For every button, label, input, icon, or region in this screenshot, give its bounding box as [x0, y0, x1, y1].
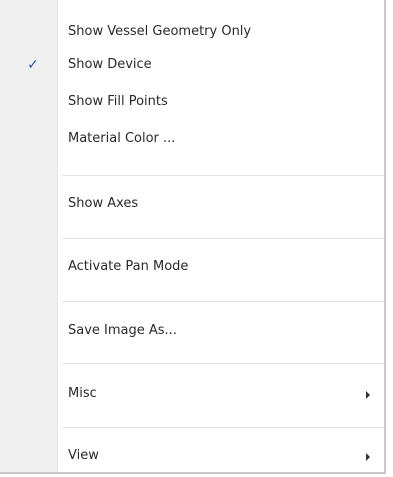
menu-item-activate-pan-mode[interactable]: Activate Pan Mode: [0, 254, 384, 280]
menu-item-label: Show Fill Points: [68, 94, 168, 109]
check-icon: ✓: [27, 57, 39, 73]
menu-item-label: Save Image As...: [68, 323, 177, 338]
menu-item-label: Activate Pan Mode: [68, 259, 189, 274]
menu-item-label: Show Vessel Geometry Only: [68, 24, 252, 39]
menu-item-label: Show Axes: [68, 196, 139, 211]
menu-item-label: Material Color ...: [68, 131, 176, 146]
menu-item-label: Show Device: [68, 57, 152, 72]
menu-separator: [62, 427, 384, 428]
menu-item-show-fill-points[interactable]: Show Fill Points: [0, 89, 384, 115]
menu-item-show-device[interactable]: ✓ Show Device: [0, 52, 384, 78]
menu-item-show-vessel-geometry-only[interactable]: Show Vessel Geometry Only: [0, 19, 384, 45]
menu-item-view[interactable]: View: [0, 443, 384, 469]
menu-separator: [62, 301, 384, 302]
menu-item-misc[interactable]: Misc: [0, 381, 384, 407]
menu-separator: [62, 238, 384, 239]
context-menu: Show Vessel Geometry Only ✓ Show Device …: [0, 0, 386, 474]
menu-item-label: View: [68, 448, 99, 463]
menu-separator: [62, 175, 384, 176]
menu-item-show-axes[interactable]: Show Axes: [0, 191, 384, 217]
menu-item-label: Misc: [68, 386, 97, 401]
submenu-arrow-icon: [366, 453, 370, 461]
menu-separator: [62, 363, 384, 364]
submenu-arrow-icon: [366, 391, 370, 399]
menu-item-save-image-as[interactable]: Save Image As...: [0, 318, 384, 344]
menu-item-material-color[interactable]: Material Color ...: [0, 126, 384, 152]
